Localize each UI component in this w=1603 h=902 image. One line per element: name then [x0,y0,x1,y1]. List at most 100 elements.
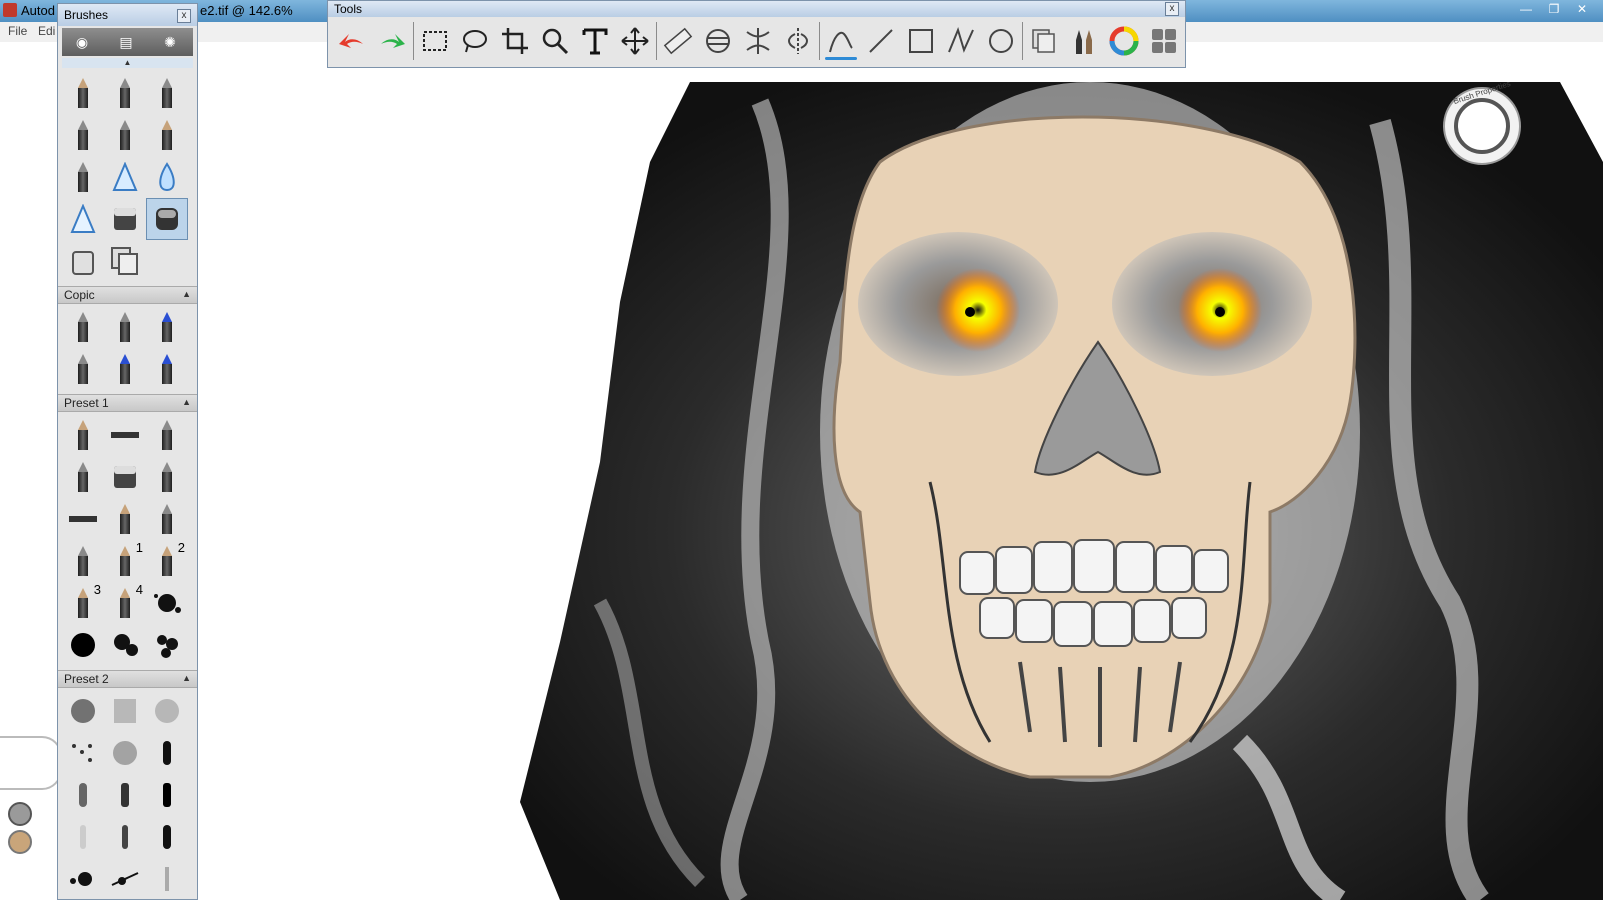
undo-icon[interactable] [332,21,372,61]
preset-brush[interactable] [146,498,188,540]
brush-technical-pen[interactable] [146,114,188,156]
minimize-button[interactable]: — [1513,0,1539,18]
lagoon-puck[interactable] [0,736,62,790]
texture-brush[interactable] [104,858,146,900]
brush-ink-pen[interactable] [62,156,104,198]
preset-2-brush-grid [58,688,197,902]
preset-brush[interactable] [62,414,104,456]
section-copic[interactable]: Copic ▲ [58,286,197,304]
line-icon[interactable] [861,21,901,61]
splatter-brush[interactable] [104,624,146,666]
preset-brush[interactable] [62,498,104,540]
copic-brush[interactable] [146,348,188,390]
menu-edit[interactable]: Edi [38,24,55,38]
section-preset-1[interactable]: Preset 1 ▲ [58,394,197,412]
text-icon[interactable] [575,21,615,61]
texture-brush[interactable] [146,816,188,858]
brush-felt-pen[interactable] [62,114,104,156]
texture-brush[interactable] [146,858,188,900]
texture-brush[interactable] [104,816,146,858]
texture-brush[interactable] [104,690,146,732]
brush-eraser[interactable] [104,198,146,240]
texture-brush[interactable] [146,732,188,774]
ellipse-icon[interactable] [981,21,1021,61]
pen-stroke-icon[interactable] [821,21,861,61]
brushes-icon[interactable] [1064,21,1104,61]
splatter-brush[interactable] [146,624,188,666]
section-preset-1-arrow: ▲ [182,397,191,407]
brush-blur[interactable] [146,156,188,198]
layers-icon[interactable] [1024,21,1064,61]
brush-fill-layer[interactable] [104,240,146,282]
brushes-palette: Brushes x ◉ ▤ ✺ ▲ Copic ▲ Preset 1 ▲ 1 2… [57,3,198,900]
brush-hard-eraser[interactable] [146,198,188,240]
copic-brush[interactable] [104,348,146,390]
symmetry-icon[interactable] [738,21,778,61]
preset-brush-1[interactable]: 1 [104,540,146,582]
zoom-icon[interactable] [535,21,575,61]
brush-properties-icon[interactable]: ▤ [118,34,134,50]
preset-brush[interactable] [62,456,104,498]
tools-palette: Tools x [327,0,1186,68]
brush-paint-bucket[interactable] [62,240,104,282]
rectangle-icon[interactable] [901,21,941,61]
restore-button[interactable]: ❐ [1541,0,1567,18]
texture-brush[interactable] [62,816,104,858]
color-wheel-icon[interactable] [1104,21,1144,61]
texture-brush[interactable] [104,732,146,774]
texture-brush[interactable] [62,858,104,900]
collapse-arrow[interactable]: ▲ [62,58,193,68]
copic-brush[interactable] [104,306,146,348]
section-preset-2[interactable]: Preset 2 ▲ [58,670,197,688]
ellipse-guide-icon[interactable] [698,21,738,61]
brush-ballpoint[interactable] [104,114,146,156]
brush-smudge[interactable] [104,156,146,198]
redo-icon[interactable] [372,21,412,61]
lasso-icon[interactable] [455,21,495,61]
preset-brush[interactable] [104,498,146,540]
drawing-canvas[interactable] [0,42,1603,900]
brush-settings-icon[interactable]: ✺ [162,34,178,50]
preset-brush[interactable] [146,456,188,498]
rectangle-select-icon[interactable] [415,21,455,61]
preset-brush[interactable] [146,414,188,456]
close-button[interactable]: ✕ [1569,0,1595,18]
palettes-icon[interactable] [1144,21,1184,61]
brushes-palette-header[interactable]: Brushes x [58,4,197,26]
menu-file[interactable]: File [8,24,27,38]
polyline-icon[interactable] [941,21,981,61]
color-swatch-shortcut-icon[interactable] [8,830,32,854]
preset-brush[interactable] [104,456,146,498]
copic-brush[interactable] [62,348,104,390]
texture-brush[interactable] [62,774,104,816]
texture-brush[interactable] [62,732,104,774]
move-icon[interactable] [615,21,655,61]
texture-brush[interactable] [104,774,146,816]
preset-brush-3[interactable]: 3 [62,582,104,624]
preset-number: 3 [93,582,101,597]
crop-icon[interactable] [495,21,535,61]
brush-properties-puck[interactable]: Brush Properties [1438,79,1526,170]
brush-library-icon[interactable]: ◉ [74,34,90,50]
preset-brush-2[interactable]: 2 [146,540,188,582]
ruler-icon[interactable] [658,21,698,61]
texture-brush[interactable] [146,690,188,732]
brush-airbrush[interactable] [104,72,146,114]
copic-brush[interactable] [62,306,104,348]
preset-brush[interactable] [62,540,104,582]
eraser-shortcut-icon[interactable] [8,802,32,826]
tools-close-button[interactable]: x [1165,2,1179,16]
mirror-icon[interactable] [778,21,818,61]
texture-brush[interactable] [146,774,188,816]
brush-marker[interactable] [146,72,188,114]
splatter-brush[interactable] [62,624,104,666]
tools-palette-header[interactable]: Tools x [328,1,1185,17]
brushes-close-button[interactable]: x [177,9,191,23]
texture-brush[interactable] [62,690,104,732]
brush-pencil[interactable] [62,72,104,114]
copic-brush[interactable] [146,306,188,348]
splatter-brush[interactable] [146,582,188,624]
preset-brush-4[interactable]: 4 [104,582,146,624]
brush-sharpen[interactable] [62,198,104,240]
preset-brush[interactable] [104,414,146,456]
